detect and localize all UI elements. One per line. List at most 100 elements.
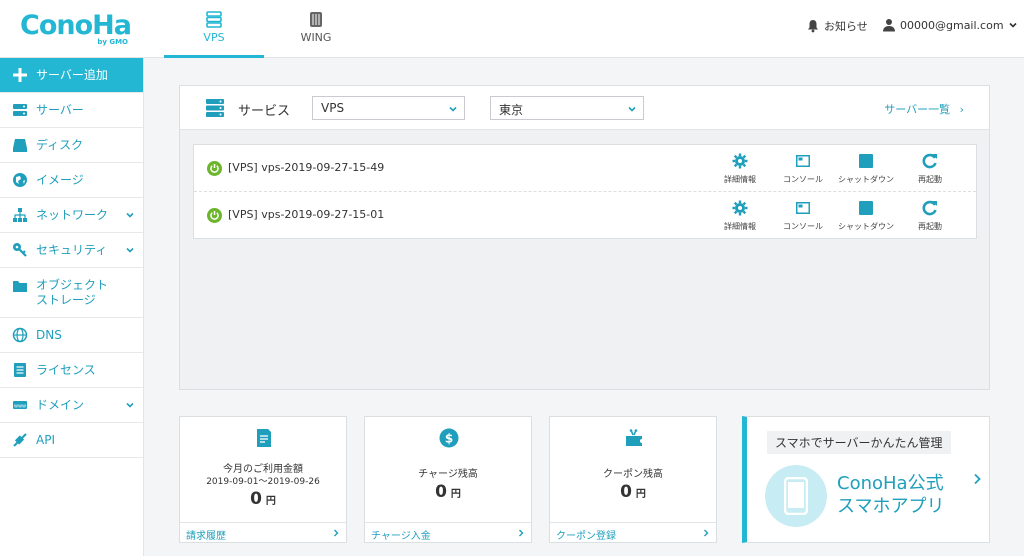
server-icon — [13, 104, 27, 116]
sidebar-item-label: サーバー — [36, 102, 84, 117]
key-icon — [13, 243, 27, 257]
promo-line1: ConoHa公式 — [837, 473, 944, 494]
server-stack-icon — [206, 99, 224, 117]
server-row[interactable]: [VPS] vps-2019-09-27-15-01 詳細情報 コンソール シャ… — [194, 192, 976, 239]
invoice-icon — [257, 429, 271, 447]
sidebar-item-label: ディスク — [36, 137, 84, 152]
sidebar-item-label: オブジェクト ストレージ — [36, 278, 108, 308]
smartphone-icon — [765, 465, 827, 527]
top-bar: ConoHa by GMO VPS WING お知らせ 00000@gmail.… — [0, 0, 1024, 58]
tab-wing[interactable]: WING — [266, 0, 366, 58]
restart-button[interactable]: 再起動 — [900, 153, 960, 185]
coupon-amount-value: 0 — [620, 482, 632, 502]
server-row[interactable]: [VPS] vps-2019-09-27-15-49 詳細情報 コンソール シャ… — [194, 145, 976, 192]
logo-sub: by GMO — [97, 38, 128, 46]
details-label: 詳細情報 — [724, 175, 756, 184]
account-menu[interactable]: 00000@gmail.com — [882, 18, 1018, 32]
service-type-select[interactable]: VPS — [312, 96, 465, 120]
chevron-right-icon: › — [959, 103, 964, 116]
sidebar: サーバー追加 サーバー ディスク イメージ ネットワーク セキュリティ オブジェ… — [0, 58, 144, 556]
charge-deposit-label: チャージ入金 — [371, 531, 431, 542]
region-select[interactable]: 東京 — [490, 96, 644, 120]
restart-icon — [922, 200, 937, 216]
console-icon — [796, 202, 810, 214]
restart-button[interactable]: 再起動 — [900, 200, 960, 232]
console-label: コンソール — [783, 222, 823, 231]
service-type-value: VPS — [321, 101, 345, 115]
sidebar-item-domain[interactable]: www ドメイン — [0, 388, 143, 423]
billing-history-label: 請求履歴 — [186, 531, 226, 542]
server-list-link[interactable]: サーバー一覧 › — [884, 101, 964, 117]
disk-icon — [13, 139, 27, 152]
restart-label: 再起動 — [918, 175, 942, 184]
svg-text:$: $ — [445, 432, 453, 446]
promo-text: ConoHa公式 スマホアプリ — [837, 472, 944, 518]
sidebar-item-label: ライセンス — [36, 362, 96, 377]
gear-icon — [732, 200, 748, 216]
domain-icon: www — [13, 401, 27, 410]
sidebar-item-object-storage[interactable]: オブジェクト ストレージ — [0, 268, 143, 318]
details-button[interactable]: 詳細情報 — [710, 153, 770, 185]
sidebar-item-network[interactable]: ネットワーク — [0, 198, 143, 233]
conoha-logo[interactable]: ConoHa by GMO — [20, 11, 132, 47]
sidebar-item-image[interactable]: イメージ — [0, 163, 143, 198]
charge-title: チャージ残高 — [418, 469, 478, 480]
sidebar-item-security[interactable]: セキュリティ — [0, 233, 143, 268]
region-value: 東京 — [499, 103, 524, 117]
sidebar-item-api[interactable]: API — [0, 423, 143, 458]
console-button[interactable]: コンソール — [773, 200, 833, 232]
coupon-register-link[interactable]: クーポン登録 — [550, 522, 716, 542]
chevron-down-icon — [126, 212, 134, 218]
charge-amount: 0円 — [365, 482, 531, 502]
charge-amount-unit: 円 — [450, 489, 461, 500]
usage-amount-unit: 円 — [265, 496, 276, 507]
console-button[interactable]: コンソール — [773, 153, 833, 185]
promo-line2: スマホアプリ — [837, 496, 945, 517]
billing-history-link[interactable]: 請求履歴 — [180, 522, 346, 542]
stop-icon — [859, 201, 873, 215]
globe-image-icon — [13, 173, 27, 187]
console-icon — [796, 155, 810, 167]
chevron-down-icon — [449, 106, 457, 112]
details-button[interactable]: 詳細情報 — [710, 200, 770, 232]
sidebar-item-disk[interactable]: ディスク — [0, 128, 143, 163]
service-panel: サービス VPS 東京 サーバー一覧 › [VPS] vps-2019-09-2… — [179, 85, 990, 390]
sidebar-item-server[interactable]: サーバー — [0, 93, 143, 128]
chevron-right-icon — [334, 529, 339, 537]
sidebar-item-add-server[interactable]: サーバー追加 — [0, 58, 143, 93]
power-icon — [207, 208, 222, 223]
wing-icon — [310, 12, 322, 27]
sidebar-item-label: サーバー追加 — [36, 67, 108, 82]
chevron-down-icon — [126, 402, 134, 408]
dollar-coin-icon: $ — [439, 428, 459, 448]
sidebar-item-label-line2: ストレージ — [36, 292, 96, 307]
user-icon — [883, 19, 895, 32]
usage-card: 今月のご利用金額 2019-09-01〜2019-09-26 0円 請求履歴 — [179, 416, 347, 543]
account-email: 00000@gmail.com — [900, 18, 1004, 32]
notice-link[interactable]: お知らせ — [806, 18, 868, 34]
sidebar-item-dns[interactable]: DNS — [0, 318, 143, 353]
service-title: サービス — [238, 104, 291, 119]
power-icon — [207, 161, 222, 176]
server-name[interactable]: [VPS] vps-2019-09-27-15-01 — [228, 208, 384, 221]
tab-vps-label: VPS — [203, 31, 225, 44]
shutdown-button[interactable]: シャットダウン — [836, 200, 896, 232]
stop-icon — [859, 154, 873, 168]
coupon-amount: 0円 — [550, 482, 716, 502]
coupon-card: クーポン残高 0円 クーポン登録 — [549, 416, 717, 543]
notice-label: お知らせ — [824, 20, 868, 33]
server-name[interactable]: [VPS] vps-2019-09-27-15-49 — [228, 161, 384, 174]
shutdown-label: シャットダウン — [838, 175, 894, 184]
sidebar-item-license[interactable]: ライセンス — [0, 353, 143, 388]
sidebar-item-label: DNS — [36, 327, 62, 342]
svg-text:www: www — [14, 404, 26, 410]
chevron-down-icon — [628, 106, 636, 112]
tab-vps[interactable]: VPS — [164, 0, 264, 58]
chevron-down-icon — [126, 247, 134, 253]
shutdown-button[interactable]: シャットダウン — [836, 153, 896, 185]
usage-amount: 0円 — [180, 489, 346, 509]
charge-deposit-link[interactable]: チャージ入金 — [365, 522, 531, 542]
sidebar-item-label: ドメイン — [36, 397, 85, 412]
coupon-icon — [626, 429, 642, 446]
mobile-app-promo[interactable]: スマホでサーバーかんたん管理 ConoHa公式 スマホアプリ — [742, 416, 990, 543]
